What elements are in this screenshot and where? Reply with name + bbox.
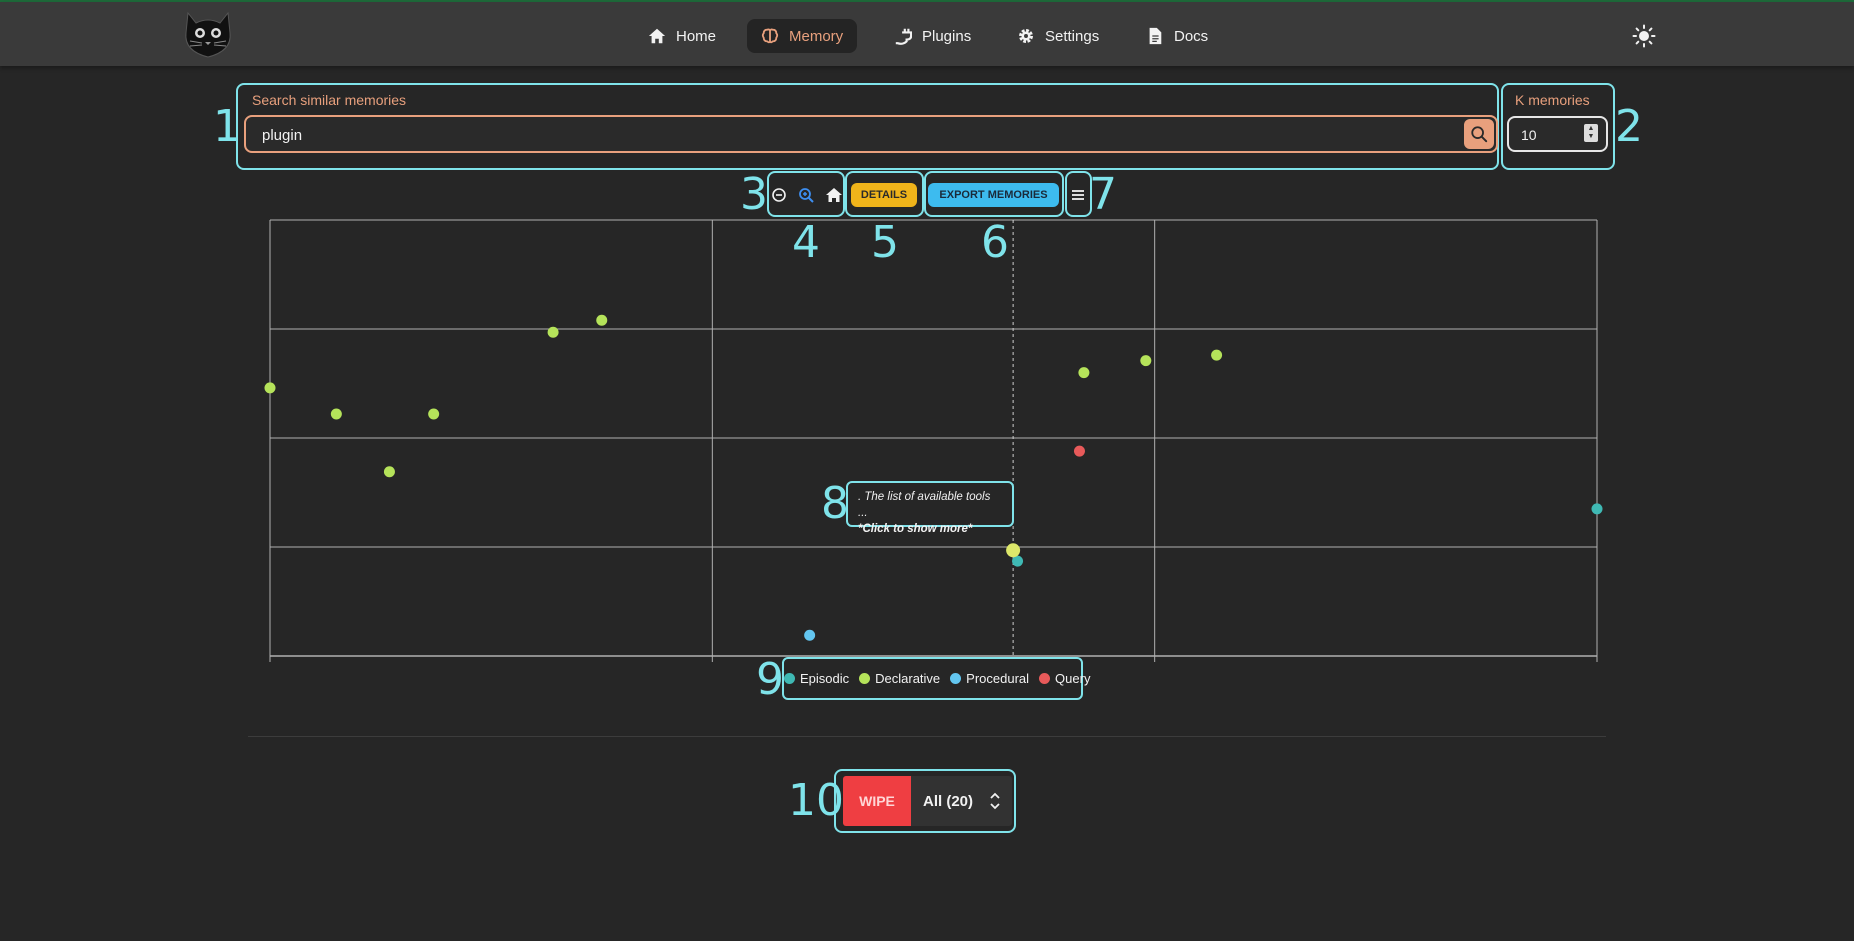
data-point-selected[interactable]: [1006, 543, 1021, 558]
nav-docs-label: Docs: [1174, 27, 1209, 45]
chart-legend: Episodic Declarative Procedural Query: [782, 657, 1090, 700]
nav-settings[interactable]: Settings: [1003, 19, 1113, 53]
legend-item-procedural[interactable]: Procedural: [950, 671, 1029, 686]
data-point-declarative[interactable]: [383, 466, 395, 478]
legend-label-declarative: Declarative: [875, 671, 941, 686]
nav-home-label: Home: [676, 27, 717, 45]
export-memories-button[interactable]: EXPORT MEMORIES: [928, 183, 1059, 207]
zoom-out-icon[interactable]: [770, 186, 788, 204]
data-point-declarative[interactable]: [1211, 349, 1223, 361]
wipe-collection-select[interactable]: All (20): [911, 776, 1012, 826]
legend-label-procedural: Procedural: [966, 671, 1030, 686]
annotation-number-9: 9: [756, 654, 784, 705]
data-point-declarative[interactable]: [330, 408, 342, 420]
data-point-episodic[interactable]: [1012, 555, 1024, 567]
data-point-declarative[interactable]: [1140, 355, 1152, 367]
navbar: Home Memory Plugins Settings Docs: [0, 2, 1854, 66]
wipe-button[interactable]: WIPE: [843, 776, 911, 826]
legend-item-episodic[interactable]: Episodic: [784, 671, 849, 686]
home-reset-icon[interactable]: [825, 186, 843, 204]
data-point-procedural[interactable]: [804, 629, 816, 641]
data-point-query[interactable]: [1073, 445, 1085, 457]
data-point-declarative[interactable]: [1078, 367, 1090, 379]
cat-logo[interactable]: [182, 11, 234, 59]
brain-icon: [761, 28, 779, 44]
nav-memory[interactable]: Memory: [747, 19, 858, 53]
search-icon: [1471, 126, 1488, 143]
annotation-number-6: 6: [981, 217, 1009, 268]
sun-icon[interactable]: [1632, 24, 1656, 48]
episodic-dot-icon: [784, 673, 795, 684]
nav-settings-label: Settings: [1045, 27, 1100, 45]
tooltip-show-more[interactable]: *Click to show more*: [858, 521, 1002, 537]
legend-item-declarative[interactable]: Declarative: [859, 671, 940, 686]
data-point-episodic[interactable]: [1591, 503, 1603, 515]
legend-label-query: Query: [1055, 671, 1091, 686]
procedural-dot-icon: [950, 673, 962, 684]
annotation-number-2: 2: [1615, 101, 1643, 152]
annotation-number-3: 3: [740, 169, 768, 220]
legend-item-query[interactable]: Query: [1039, 671, 1090, 686]
nav-plugins-label: Plugins: [922, 27, 972, 45]
query-dot-icon: [1039, 673, 1051, 684]
number-stepper[interactable]: ▲ ▼: [1584, 124, 1598, 142]
memory-tooltip[interactable]: . The list of available tools ... *Click…: [846, 481, 1014, 535]
annotation-number-4: 4: [792, 217, 820, 268]
home-icon: [648, 28, 666, 44]
data-point-declarative[interactable]: [428, 408, 440, 420]
k-memories-field: ▲ ▼: [1507, 116, 1608, 152]
annotation-number-1: 1: [213, 101, 241, 152]
section-divider: [248, 736, 1606, 737]
wipe-control: WIPE All (20): [843, 776, 1012, 826]
plug-icon: [895, 28, 912, 45]
gear-icon: [1019, 29, 1033, 43]
document-icon: [1149, 27, 1162, 45]
annotation-number-5: 5: [871, 217, 899, 268]
nav-memory-label: Memory: [789, 27, 844, 45]
nav-home[interactable]: Home: [634, 19, 730, 53]
legend-label-episodic: Episodic: [800, 671, 850, 686]
data-point-declarative[interactable]: [547, 326, 559, 338]
hamburger-menu-icon[interactable]: [1069, 186, 1087, 204]
nav-plugins[interactable]: Plugins: [880, 19, 985, 53]
annotation-number-7: 7: [1089, 169, 1117, 220]
nav-docs[interactable]: Docs: [1132, 19, 1222, 53]
data-point-declarative[interactable]: [596, 314, 608, 326]
data-point-declarative[interactable]: [264, 382, 276, 394]
stepper-down-icon[interactable]: ▼: [1588, 133, 1595, 141]
zoom-in-icon[interactable]: [797, 186, 815, 204]
annotation-number-10: 10: [788, 775, 844, 826]
search-field: [244, 115, 1498, 153]
annotation-number-8: 8: [821, 478, 849, 529]
details-button[interactable]: DETAILS: [851, 183, 917, 207]
wipe-select-value: All (20): [923, 792, 974, 810]
stepper-up-icon[interactable]: ▲: [1588, 125, 1595, 133]
chevron-up-down-icon: [990, 792, 1000, 810]
k-memories-label: K memories: [1515, 92, 1590, 108]
search-input[interactable]: [260, 117, 1444, 153]
k-memories-input[interactable]: [1519, 118, 1583, 152]
search-button[interactable]: [1464, 119, 1494, 149]
tooltip-text: . The list of available tools ...: [858, 491, 991, 519]
search-label: Search similar memories: [252, 92, 407, 108]
declarative-dot-icon: [859, 673, 871, 684]
